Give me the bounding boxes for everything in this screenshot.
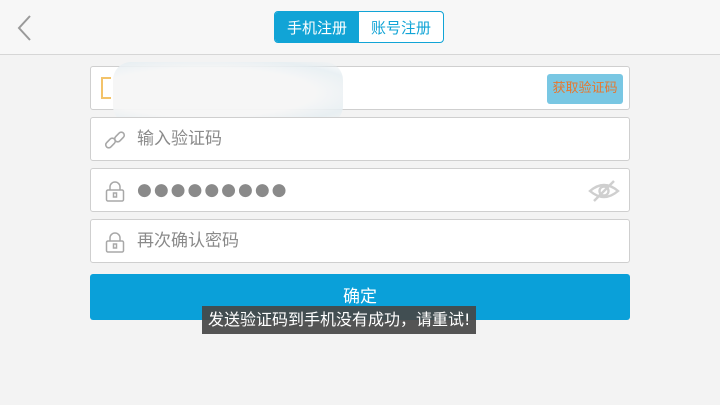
password-masked-value[interactable]: ●●●●●●●●●	[137, 169, 289, 211]
code-field[interactable]	[90, 117, 630, 161]
lock-icon	[105, 181, 125, 202]
tab-account-register[interactable]: 账号注册	[359, 12, 443, 42]
lock-icon	[105, 232, 125, 253]
phone-icon	[101, 77, 111, 99]
code-input[interactable]	[137, 126, 567, 152]
eye-off-icon[interactable]	[587, 178, 621, 204]
back-chevron-icon[interactable]	[12, 12, 40, 44]
confirm-password-input[interactable]	[137, 228, 567, 254]
link-icon	[104, 131, 126, 149]
tab-phone-register[interactable]: 手机注册	[275, 12, 359, 42]
error-toast: 发送验证码到手机没有成功，请重试!	[202, 306, 477, 334]
phone-field[interactable]: 获取验证码	[90, 62, 630, 124]
password-field[interactable]: ●●●●●●●●●	[90, 168, 630, 212]
redacted-phone-blur	[113, 62, 343, 124]
get-code-button[interactable]: 获取验证码	[547, 74, 623, 104]
top-bar: 手机注册 账号注册	[0, 0, 720, 55]
confirm-password-field[interactable]	[90, 219, 630, 263]
register-type-switch: 手机注册 账号注册	[274, 11, 444, 43]
